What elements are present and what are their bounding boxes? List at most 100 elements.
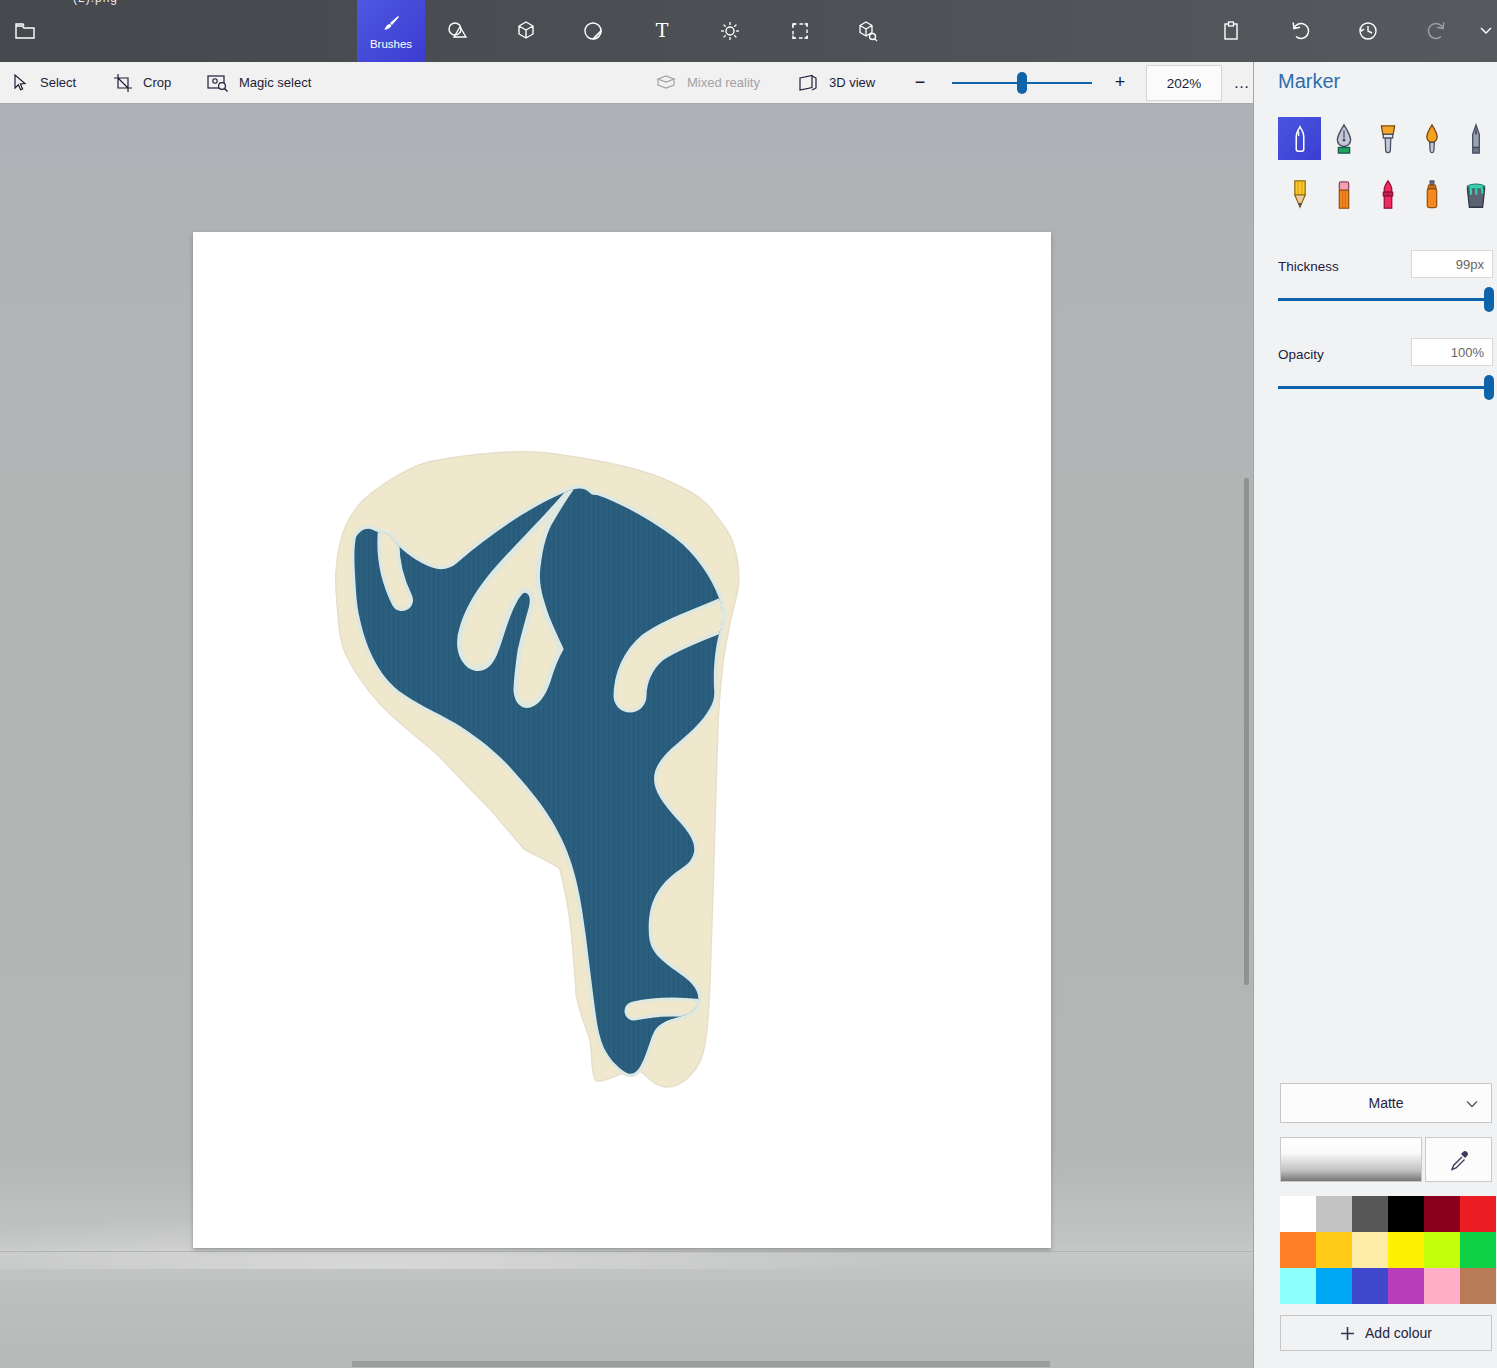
canvas-icon [788, 19, 812, 43]
palette-swatch[interactable] [1460, 1196, 1496, 1232]
brush-calligraphy-pen[interactable] [1322, 117, 1365, 160]
tab-effects[interactable] [696, 0, 764, 62]
calligraphy-pen-icon [1329, 123, 1359, 155]
magic-select-icon [207, 73, 229, 93]
palette-swatch[interactable] [1424, 1232, 1460, 1268]
brush-marker[interactable] [1278, 117, 1321, 160]
opacity-value: 100% [1451, 345, 1484, 360]
panel-title: Marker [1278, 70, 1340, 93]
brush-watercolour[interactable] [1410, 117, 1453, 160]
tab-2d-shapes[interactable] [424, 0, 492, 62]
brush-oil[interactable] [1366, 117, 1409, 160]
palette-swatch[interactable] [1460, 1232, 1496, 1268]
tab-stickers[interactable] [559, 0, 627, 62]
history-button[interactable] [1334, 0, 1402, 62]
drawing-canvas[interactable] [193, 232, 1051, 1248]
brush-settings-panel: Marker [1253, 62, 1497, 1368]
watercolour-brush-icon [1417, 123, 1447, 155]
palette-swatch[interactable] [1388, 1232, 1424, 1268]
palette-swatch[interactable] [1388, 1196, 1424, 1232]
pixel-pen-icon [1461, 123, 1491, 155]
palette-swatch[interactable] [1424, 1268, 1460, 1304]
brush-spray-can[interactable] [1410, 173, 1453, 216]
finish-dropdown[interactable]: Matte [1280, 1083, 1492, 1123]
3d-view-icon [797, 73, 819, 93]
tab-brushes[interactable]: Brushes [357, 0, 425, 62]
shade-gradient-bar[interactable] [1280, 1137, 1422, 1182]
brush-pencil[interactable] [1278, 173, 1321, 216]
palette-swatch[interactable] [1388, 1268, 1424, 1304]
palette-swatch[interactable] [1352, 1232, 1388, 1268]
thickness-slider-thumb[interactable] [1484, 287, 1494, 312]
thickness-slider[interactable] [1278, 298, 1493, 301]
vertical-scrollbar[interactable] [1244, 478, 1249, 985]
eyedropper-button[interactable] [1425, 1137, 1492, 1182]
undo-button[interactable] [1266, 0, 1334, 62]
select-cursor-icon [10, 73, 30, 93]
zoom-out-button[interactable]: − [908, 62, 932, 103]
add-colour-button[interactable]: Add colour [1280, 1315, 1492, 1351]
crop-icon [113, 73, 133, 93]
tab-3d-library[interactable] [833, 0, 901, 62]
zoom-slider[interactable] [952, 82, 1092, 84]
zoom-value[interactable]: 202% [1146, 65, 1222, 101]
3d-view-button[interactable]: 3D view [797, 62, 875, 103]
fill-bucket-icon [1461, 179, 1491, 211]
select-button[interactable]: Select [10, 62, 76, 103]
palette-swatch[interactable] [1280, 1268, 1316, 1304]
brush-pixel-pen[interactable] [1454, 117, 1497, 160]
brush-eraser[interactable] [1322, 173, 1365, 216]
svg-text:T: T [656, 19, 669, 41]
thickness-value: 99px [1456, 257, 1484, 272]
undo-icon [1288, 19, 1312, 43]
opacity-slider-thumb[interactable] [1484, 375, 1494, 400]
palette-swatch[interactable] [1316, 1196, 1352, 1232]
tab-3d-shapes[interactable] [492, 0, 560, 62]
expand-toolbar-button[interactable] [1474, 0, 1497, 62]
opacity-label: Opacity [1278, 347, 1324, 362]
palette-swatch[interactable] [1460, 1268, 1496, 1304]
3d-library-icon [855, 19, 879, 43]
redo-button[interactable] [1403, 0, 1471, 62]
tab-text[interactable]: T [628, 0, 696, 62]
magic-select-button[interactable]: Magic select [207, 62, 311, 103]
opacity-slider[interactable] [1278, 386, 1493, 389]
brush-icon [380, 13, 402, 35]
paste-button[interactable] [1197, 0, 1265, 62]
oil-brush-icon [1373, 123, 1403, 155]
menu-button[interactable] [0, 0, 50, 62]
chevron-down-icon [1478, 23, 1494, 39]
tab-canvas[interactable] [766, 0, 834, 62]
zoom-in-button[interactable]: + [1108, 62, 1132, 103]
thickness-input[interactable]: 99px [1411, 250, 1493, 278]
palette-swatch[interactable] [1280, 1196, 1316, 1232]
brush-crayon[interactable] [1366, 173, 1409, 216]
mixed-reality-label: Mixed reality [687, 75, 760, 90]
paint3d-window: (2).png Brushes [0, 0, 1497, 1368]
palette-swatch[interactable] [1316, 1232, 1352, 1268]
spray-can-icon [1417, 179, 1447, 211]
add-colour-label: Add colour [1365, 1325, 1432, 1341]
horizontal-scrollbar[interactable] [352, 1361, 1050, 1367]
colour-palette [1280, 1196, 1496, 1304]
eraser-icon [1329, 179, 1359, 211]
palette-swatch[interactable] [1316, 1268, 1352, 1304]
palette-swatch[interactable] [1280, 1232, 1316, 1268]
brush-fill[interactable] [1454, 173, 1497, 216]
mixed-reality-icon [655, 73, 677, 93]
crop-button[interactable]: Crop [113, 62, 171, 103]
zoom-slider-thumb[interactable] [1017, 72, 1027, 94]
3d-view-label: 3D view [829, 75, 875, 90]
mixed-reality-button[interactable]: Mixed reality [655, 62, 760, 103]
select-label: Select [40, 75, 76, 90]
palette-swatch[interactable] [1424, 1196, 1460, 1232]
pencil-icon [1285, 179, 1315, 211]
clipboard-icon [1219, 19, 1243, 43]
palette-swatch[interactable] [1352, 1268, 1388, 1304]
text-icon: T [650, 19, 674, 43]
crayon-icon [1373, 179, 1403, 211]
opacity-input[interactable]: 100% [1411, 338, 1493, 366]
window-title-fragment: (2).png [73, 0, 118, 5]
edit-toolbar: Select Crop Magic select Mixed reality [0, 62, 1253, 104]
palette-swatch[interactable] [1352, 1196, 1388, 1232]
